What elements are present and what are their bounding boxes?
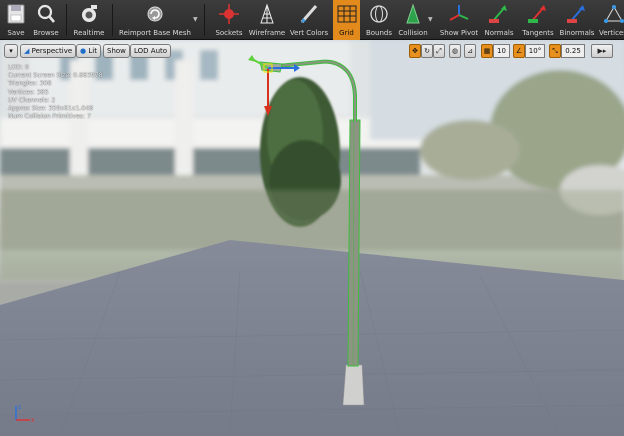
sockets-label: Sockets <box>215 29 243 37</box>
browse-button[interactable]: Browse <box>31 0 61 40</box>
stat-triangles: Triangles: 308 <box>8 80 52 88</box>
mesh-stats-overlay: LOD: 0 Current Screen Size: 0.883978 Tri… <box>8 64 103 121</box>
grid-snap-value[interactable]: 10 <box>493 44 510 58</box>
grid-snap-toggle[interactable]: ▦ <box>481 44 493 58</box>
transform-toolbar: ✥ ↻ ⤢ ◍ ⊿ ▦ 10 ∠ 10° ⤡ 0.25 ▶▸ <box>409 44 621 58</box>
reimport-icon <box>147 6 163 22</box>
main-toolbar: Save Browse Realtime Reimport Base Mesh … <box>0 0 624 40</box>
vertices-label: Vertices <box>599 29 624 37</box>
grid-icon <box>337 5 356 23</box>
lod-button[interactable]: LOD Auto <box>130 44 172 58</box>
show-label: Show <box>107 47 126 55</box>
normals-button[interactable]: Normals <box>482 0 516 40</box>
stat-collision-primitives: Num Collision Primitives: 7 <box>8 113 91 121</box>
wireframe-button[interactable]: Wireframe <box>248 0 286 40</box>
stat-lod: LOD: 0 <box>8 64 29 71</box>
world-space-button[interactable]: ◍ <box>449 44 461 58</box>
vert-colors-icon <box>300 5 318 23</box>
rotation-snap-value[interactable]: 10° <box>525 44 545 58</box>
camera-speed-button[interactable]: ▶▸ <box>591 44 613 58</box>
show-pivot-icon <box>449 5 469 21</box>
reimport-base-mesh-button[interactable]: Reimport Base Mesh <box>115 0 195 40</box>
collision-label: Collision <box>398 29 428 37</box>
vertices-button[interactable]: Vertices <box>597 0 624 40</box>
show-pivot-label: Show Pivot <box>439 29 479 37</box>
wireframe-label: Wireframe <box>248 29 286 37</box>
angle-icon: ∠ <box>515 47 523 55</box>
reimport-dropdown-chevron-icon[interactable]: ▼ <box>193 16 198 23</box>
vert-colors-button[interactable]: Vert Colors <box>286 0 332 40</box>
toolbar-separator <box>66 4 67 36</box>
show-pivot-button[interactable]: Show Pivot <box>438 0 480 40</box>
axis-indicator: z x <box>15 404 35 424</box>
scale-icon: ⤢ <box>436 47 442 55</box>
surface-snap-icon: ⊿ <box>467 47 473 55</box>
save-label: Save <box>7 29 25 37</box>
binormals-icon <box>567 5 585 23</box>
toolbar-separator <box>112 4 113 36</box>
move-icon: ✥ <box>412 47 418 55</box>
sockets-icon <box>219 4 239 24</box>
axis-z-label: z <box>18 404 21 411</box>
lit-label: Lit <box>88 47 97 55</box>
grid-label: Grid <box>339 29 354 37</box>
binormals-label: Binormals <box>559 29 595 37</box>
save-icon <box>7 4 25 24</box>
toolbar-separator <box>204 4 205 36</box>
realtime-label: Realtime <box>73 29 105 37</box>
collision-dropdown-chevron-icon[interactable]: ▼ <box>428 16 433 23</box>
realtime-icon <box>82 5 97 22</box>
collision-icon <box>406 3 420 24</box>
binormals-button[interactable]: Binormals <box>558 0 596 40</box>
show-button[interactable]: Show <box>103 44 130 58</box>
realtime-button[interactable]: Realtime <box>70 0 108 40</box>
axis-x-label: x <box>31 417 35 424</box>
lit-button[interactable]: ● Lit <box>76 44 101 58</box>
collision-button[interactable]: Collision <box>396 0 430 40</box>
browse-label: Browse <box>33 29 59 37</box>
stat-uv-channels: UV Channels: 2 <box>8 96 56 104</box>
scale-snap-toggle[interactable]: ⤡ <box>549 44 561 58</box>
translate-mode-button[interactable]: ✥ <box>409 44 421 58</box>
normals-icon <box>489 5 507 23</box>
perspective-button[interactable]: ◢ Perspective <box>20 44 77 58</box>
bounds-label: Bounds <box>365 29 393 37</box>
perspective-label: Perspective <box>31 47 73 55</box>
scale-snap-icon: ⤡ <box>552 47 558 55</box>
globe-icon: ◍ <box>451 47 459 55</box>
tangents-label: Tangents <box>522 29 554 37</box>
browse-icon <box>37 4 55 23</box>
mesh-viewport[interactable]: ▾ ◢ Perspective ● Lit Show LOD Auto ✥ ↻ … <box>0 40 624 436</box>
save-button[interactable]: Save <box>2 0 30 40</box>
tangents-button[interactable]: Tangents <box>518 0 558 40</box>
bounds-icon <box>370 5 388 23</box>
rotate-icon: ↻ <box>424 47 430 55</box>
scale-mode-button[interactable]: ⤢ <box>433 44 445 58</box>
vert-colors-label: Vert Colors <box>289 29 329 37</box>
lod-label: LOD Auto <box>134 47 168 55</box>
sockets-button[interactable]: Sockets <box>210 0 248 40</box>
scale-snap-value[interactable]: 0.25 <box>561 44 585 58</box>
chevron-down-icon: ▾ <box>9 47 13 55</box>
grid-snap-icon: ▦ <box>483 47 491 55</box>
viewport-options-button[interactable]: ▾ <box>4 44 18 58</box>
surface-snap-button[interactable]: ⊿ <box>464 44 476 58</box>
tangents-icon <box>528 5 546 23</box>
camera-icon: ▶▸ <box>597 47 607 55</box>
bounds-button[interactable]: Bounds <box>362 0 396 40</box>
normals-label: Normals <box>484 29 514 37</box>
perspective-icon: ◢ <box>24 47 32 55</box>
stat-approx-size: Approx Size: 359x61x1,048 <box>8 105 94 113</box>
vertices-icon <box>604 5 624 23</box>
rotation-snap-toggle[interactable]: ∠ <box>513 44 525 58</box>
reimport-label: Reimport Base Mesh <box>119 29 191 37</box>
wireframe-icon <box>260 3 274 24</box>
stat-vertices: Vertices: 385 <box>8 88 49 96</box>
grid-button[interactable]: Grid <box>333 0 360 40</box>
rotate-mode-button[interactable]: ↻ <box>421 44 433 58</box>
